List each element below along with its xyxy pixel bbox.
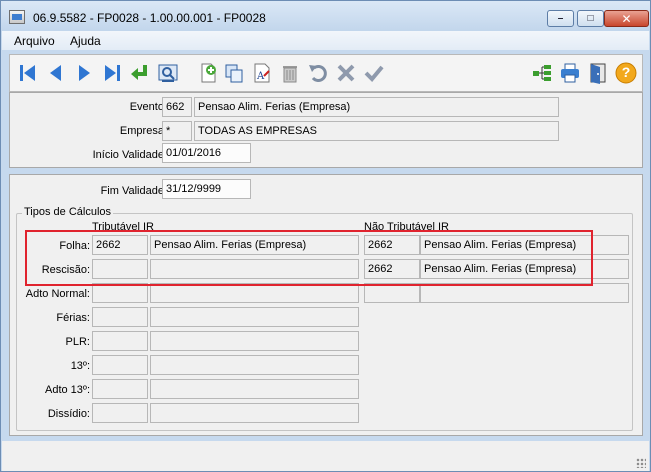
last-record-button[interactable] [100, 61, 124, 85]
cancel-icon [337, 64, 355, 82]
fim-validade-label: Fim Validade: [100, 185, 167, 197]
plr-tributavel-description [150, 331, 359, 351]
inicio-validade-field[interactable]: 01/01/2016 [162, 143, 251, 163]
save-icon [364, 65, 384, 82]
next-record-icon [79, 65, 90, 81]
first-record-icon [20, 65, 35, 81]
ferias-label: Férias: [56, 312, 90, 324]
empresa-code-field[interactable]: * [162, 121, 192, 141]
search-record-icon [158, 64, 178, 82]
edit-record-icon: A [254, 63, 270, 83]
adto-normal-tributavel-code[interactable] [92, 283, 148, 303]
goto-record-button[interactable] [128, 61, 152, 85]
copy-record-button[interactable] [222, 61, 246, 85]
resize-grip[interactable] [636, 458, 646, 468]
minimize-button[interactable]: – [547, 10, 574, 27]
structure-button[interactable] [530, 61, 554, 85]
delete-record-icon [283, 66, 297, 83]
first-record-button[interactable] [16, 61, 40, 85]
title-bar[interactable]: 06.9.5582 - FP0028 - 1.00.00.001 - FP002… [1, 1, 650, 31]
cancel-button[interactable] [334, 61, 358, 85]
empresa-description-field: TODAS AS EMPRESAS [194, 121, 559, 141]
print-icon [561, 63, 579, 83]
print-button[interactable] [558, 61, 582, 85]
search-record-button[interactable] [156, 61, 180, 85]
empresa-label: Empresa: [119, 125, 167, 137]
menu-bar: Arquivo Ajuda [2, 31, 649, 50]
tipos-calculos-title: Tipos de Cálculos [22, 206, 114, 218]
status-bar [2, 441, 649, 471]
menu-ajuda[interactable]: Ajuda [70, 34, 101, 48]
fim-validade-field[interactable]: 31/12/9999 [162, 179, 251, 199]
undo-button[interactable] [306, 61, 330, 85]
adto-decimo-terceiro-tributavel-description [150, 379, 359, 399]
copy-record-icon [225, 64, 243, 83]
window-title: 06.9.5582 - FP0028 - 1.00.00.001 - FP002… [33, 11, 266, 25]
undo-icon [309, 65, 327, 82]
highlight-box [25, 230, 593, 286]
previous-record-icon [50, 65, 61, 81]
detail-panel: Fim Validade: 31/12/9999 Tipos de Cálcul… [9, 174, 643, 436]
maximize-button[interactable]: □ [577, 10, 604, 27]
edit-record-button[interactable]: A [250, 61, 274, 85]
adto-decimo-terceiro-label: Adto 13º: [45, 384, 90, 396]
last-record-icon [105, 65, 120, 81]
application-window: 06.9.5582 - FP0028 - 1.00.00.001 - FP002… [0, 0, 651, 472]
exit-button[interactable] [586, 61, 610, 85]
ferias-tributavel-code[interactable] [92, 307, 148, 327]
help-button[interactable]: ? [614, 61, 638, 85]
save-button[interactable] [362, 61, 386, 85]
evento-code-field[interactable]: 662 [162, 97, 192, 117]
adto-normal-label: Adto Normal: [25, 288, 90, 300]
close-button[interactable]: ✕ [604, 10, 649, 27]
exit-door-icon [590, 63, 606, 84]
adto-normal-tributavel-description [150, 283, 359, 303]
adto-normal-nao-tributavel-description [420, 283, 629, 303]
evento-description-field: Pensao Alim. Ferias (Empresa) [194, 97, 559, 117]
add-record-button[interactable] [196, 61, 220, 85]
decimo-terceiro-tributavel-code[interactable] [92, 355, 148, 375]
next-record-button[interactable] [72, 61, 96, 85]
structure-icon [533, 65, 551, 81]
app-icon [9, 10, 25, 24]
dissidio-label: Dissídio: [47, 408, 90, 420]
add-record-icon [201, 63, 216, 83]
delete-record-button[interactable] [278, 61, 302, 85]
dissidio-tributavel-description [150, 403, 359, 423]
ferias-tributavel-description [150, 307, 359, 327]
decimo-terceiro-tributavel-description [150, 355, 359, 375]
help-glyph: ? [621, 64, 631, 80]
inicio-validade-label: Início Validade: [92, 149, 167, 161]
dissidio-tributavel-code[interactable] [92, 403, 148, 423]
toolbar: A ? [9, 54, 643, 92]
svg-text:A: A [256, 71, 265, 82]
menu-arquivo[interactable]: Arquivo [14, 34, 55, 48]
previous-record-button[interactable] [44, 61, 68, 85]
plr-label: PLR: [65, 336, 90, 348]
goto-record-icon [131, 65, 147, 80]
adto-decimo-terceiro-tributavel-code[interactable] [92, 379, 148, 399]
decimo-terceiro-label: 13º: [70, 360, 90, 372]
plr-tributavel-code[interactable] [92, 331, 148, 351]
header-panel: Evento: 662 Pensao Alim. Ferias (Empresa… [9, 92, 643, 168]
adto-normal-nao-tributavel-code[interactable] [364, 283, 420, 303]
